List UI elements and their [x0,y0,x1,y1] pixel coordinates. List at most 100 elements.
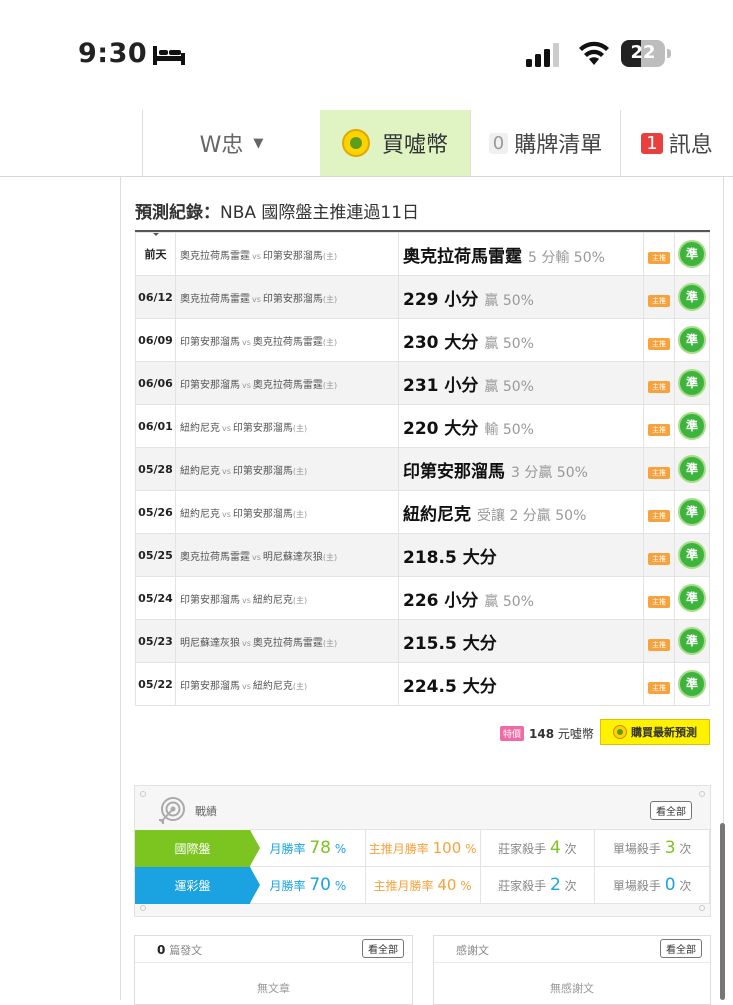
monthly-rate: 月勝率 70 % [250,866,366,904]
pick-value: 226 小分 [403,590,479,611]
banker-killer: 莊家殺手 2 次 [479,866,596,904]
main-monthly-rate: 主推月勝率 100 % [364,829,481,867]
team-away: 奧克拉荷馬雷霆 [180,293,250,305]
accurate-badge-icon: 準 [678,369,706,397]
team-home: 紐約尼克 [252,594,293,606]
prediction-pick: 奧克拉荷馬雷霆 5 分輸 50% [398,232,644,276]
record-table: 國際盤 月勝率 78 % 主推月勝率 100 % 莊家殺手 4 次 單場殺手 3… [135,829,710,904]
main-pick-tag: 主推 [648,294,670,307]
home-marker: (主) [292,681,308,691]
accuracy-cell: 準 [674,275,710,319]
home-marker: (主) [292,595,308,605]
team-away: 紐約尼克 [180,465,220,477]
pick-value: 230 大分 [403,332,479,353]
team-away: 奧克拉荷馬雷霆 [180,551,250,563]
buy-latest-prediction-button[interactable]: 購買最新預測 [600,719,710,745]
prediction-row[interactable]: 05/28 紐約尼克 vs 印第安那溜馬(主) 印第安那溜馬 3 分贏 50% 主推準 [135,447,710,491]
accuracy-cell: 準 [674,404,710,448]
team-away: 印第安那溜馬 [180,379,240,391]
pick-value: 220 大分 [403,418,479,439]
tag-cell: 主推 [643,533,675,577]
pick-value: 229 小分 [403,289,479,310]
scrollbar[interactable] [720,823,725,1000]
vs-label: vs [252,294,261,304]
prediction-matchup: 明尼蘇達灰狼 vs 奧克拉荷馬雷霆(主) [175,619,399,663]
prediction-matchup: 印第安那溜馬 vs 奧克拉荷馬雷霆(主) [175,361,399,405]
cellular-signal-icon [526,43,559,67]
home-marker: (主) [292,509,308,519]
posts-label: 篇發文 [169,944,203,957]
caret-down-icon: ▼ [253,135,264,151]
prediction-row[interactable]: 06/12 奧克拉荷馬雷霆 vs 印第安那溜馬(主) 229 小分贏 50% 主推準 [135,275,710,319]
tag-cell: 主推 [643,232,675,276]
home-marker: (主) [322,337,338,347]
prediction-pick: 紐約尼克 受讓 2 分贏 50% [398,490,644,534]
prediction-pick: 220 大分輸 50% [398,404,644,448]
prediction-row[interactable]: 05/23 明尼蘇達灰狼 vs 奧克拉荷馬雷霆(主) 215.5 大分 主推準 [135,619,710,663]
price-info: 特價 148 元噓幣 [500,720,594,746]
prediction-row[interactable]: 05/26 紐約尼克 vs 印第安那溜馬(主) 紐約尼克 受讓 2 分贏 50% 主推準 [135,490,710,534]
accurate-badge-icon: 準 [678,541,706,569]
prediction-row[interactable]: 06/09 印第安那溜馬 vs 奧克拉荷馬雷霆(主) 230 大分贏 50% 主推準 [135,318,710,362]
prediction-row[interactable]: 06/01 紐約尼克 vs 印第安那溜馬(主) 220 大分輸 50% 主推準 [135,404,710,448]
prediction-matchup: 印第安那溜馬 vs 奧克拉荷馬雷霆(主) [175,318,399,362]
pick-value: 奧克拉荷馬雷霆 [403,246,522,267]
home-marker: (主) [292,423,308,433]
posts-empty-text: 無文章 [257,982,290,995]
coin-icon [341,129,370,157]
thanks-label: 感謝文 [456,944,489,957]
tag-cell: 主推 [643,662,675,706]
thanks-see-all-button[interactable]: 看全部 [660,939,702,958]
home-marker: (主) [322,552,338,562]
battery-level: 22 [630,42,656,63]
prediction-pick: 229 小分贏 50% [398,275,644,319]
team-away: 印第安那溜馬 [180,680,240,692]
prediction-date: 06/01 [135,404,176,448]
main-pick-tag: 主推 [648,681,670,694]
prediction-row[interactable]: 05/25 奧克拉荷馬雷霆 vs 明尼蘇達灰狼(主) 218.5 大分 主推準 [135,533,710,577]
team-home: 印第安那溜馬 [262,250,323,262]
prediction-row[interactable]: 05/22 印第安那溜馬 vs 紐約尼克(主) 224.5 大分 主推準 [135,662,710,706]
buy-coins-button[interactable]: 買噓幣 [320,110,470,176]
vs-label: vs [242,681,251,691]
content-left-border [120,176,121,1000]
prediction-row[interactable]: 06/06 印第安那溜馬 vs 奧克拉荷馬雷霆(主) 231 小分贏 50% 主推準 [135,361,710,405]
user-name: W忠 [199,133,244,158]
prediction-matchup: 紐約尼克 vs 印第安那溜馬(主) [175,447,399,491]
tag-cell: 主推 [643,576,675,620]
team-home: 奧克拉荷馬雷霆 [252,379,323,391]
vs-label: vs [242,638,251,648]
single-killer: 單場殺手 0 次 [594,866,710,904]
accurate-badge-icon: 準 [678,412,706,440]
team-away: 奧克拉荷馬雷霆 [180,250,250,262]
record-panel: 戰績 看全部 國際盤 月勝率 78 % 主推月勝率 100 % 莊家殺手 4 次… [134,785,711,917]
main-pick-tag: 主推 [648,251,670,264]
pick-value: 231 小分 [403,375,479,396]
record-row-international: 國際盤 月勝率 78 % 主推月勝率 100 % 莊家殺手 4 次 單場殺手 3… [135,829,710,867]
accuracy-cell: 準 [674,533,710,577]
prediction-row[interactable]: 前天 奧克拉荷馬雷霆 vs 印第安那溜馬(主) 奧克拉荷馬雷霆 5 分輸 50% 主推準 [135,232,710,276]
accuracy-cell: 準 [674,318,710,362]
team-home: 奧克拉荷馬雷霆 [252,637,323,649]
main-pick-tag: 主推 [648,552,670,565]
user-menu[interactable]: W忠 ▼ [142,110,320,176]
tag-cell: 主推 [643,490,675,534]
pick-result: 輸 50% [484,421,534,438]
vs-label: vs [242,337,251,347]
main-pick-tag: 主推 [648,380,670,393]
prediction-row[interactable]: 05/24 印第安那溜馬 vs 紐約尼克(主) 226 小分贏 50% 主推準 [135,576,710,620]
cart-link[interactable]: 0 購牌清單 [470,110,620,176]
prediction-matchup: 印第安那溜馬 vs 紐約尼克(主) [175,662,399,706]
price-unit: 元噓幣 [557,726,594,741]
accurate-badge-icon: 準 [678,627,706,655]
predictions-table: 前天 奧克拉荷馬雷霆 vs 印第安那溜馬(主) 奧克拉荷馬雷霆 5 分輸 50% 主推準 06… [135,232,710,706]
pick-result: 3 分贏 50% [511,464,588,481]
team-home: 印第安那溜馬 [232,465,293,477]
prediction-date: 05/22 [135,662,176,706]
home-marker: (主) [322,251,338,261]
messages-link[interactable]: 1 訊息 [620,110,733,176]
pick-result: 受讓 2 分贏 50% [477,507,587,524]
main-pick-tag: 主推 [648,595,670,608]
record-see-all-button[interactable]: 看全部 [650,801,692,820]
posts-see-all-button[interactable]: 看全部 [362,939,404,958]
